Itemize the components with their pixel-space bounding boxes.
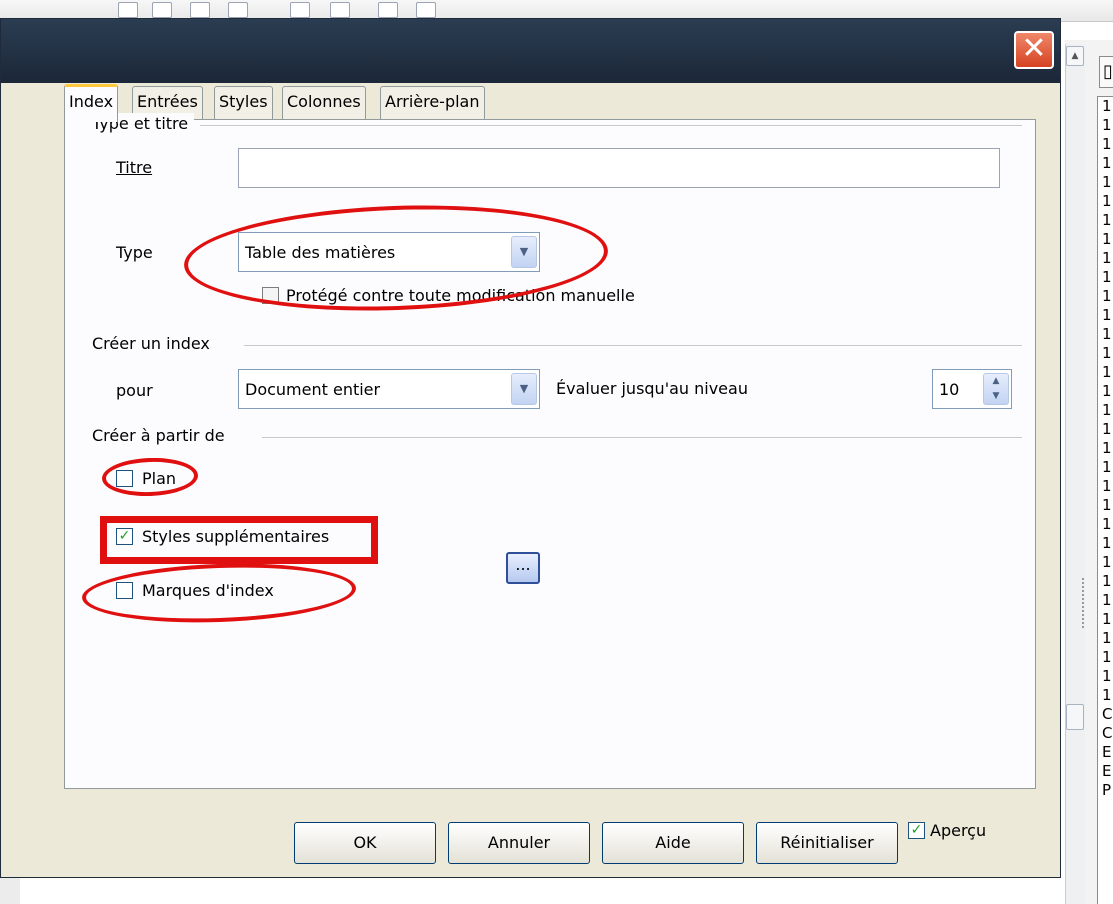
list-item[interactable]: 1 — [1098, 192, 1113, 211]
list-item[interactable]: 1 — [1098, 610, 1113, 629]
pour-select[interactable]: Document entier ▼ — [238, 369, 540, 409]
scroll-grip-icon[interactable] — [1066, 704, 1084, 730]
niveau-value: 10 — [939, 380, 960, 399]
list-item[interactable]: 1 — [1098, 211, 1113, 230]
type-select-value: Table des matières — [245, 243, 396, 262]
apercu-checkbox[interactable]: ✓ — [908, 822, 925, 839]
list-item[interactable]: 1 — [1098, 401, 1113, 420]
protege-label: Protégé contre toute modification manuel… — [286, 286, 635, 305]
dialog-titlebar[interactable]: ✕ — [1, 19, 1060, 83]
align-left-icon — [118, 2, 138, 18]
group-separator — [200, 125, 1022, 126]
splitter-handle[interactable] — [1082, 578, 1084, 628]
group-separator — [262, 437, 1022, 438]
list-item[interactable]: 1 — [1098, 116, 1113, 135]
list-item[interactable]: 1 — [1098, 686, 1113, 705]
list-item[interactable]: 1 — [1098, 477, 1113, 496]
list-header-icon: ▯ — [1099, 56, 1113, 88]
list-item[interactable]: 1 — [1098, 97, 1113, 116]
chevron-down-icon[interactable]: ▼ — [511, 373, 537, 405]
group-separator — [244, 345, 1022, 346]
tab-styles[interactable]: Styles — [214, 86, 273, 120]
styles-checkbox[interactable]: ✓ — [116, 528, 133, 545]
checkmark-icon: ✓ — [910, 822, 923, 838]
type-label: Type — [116, 243, 153, 262]
bullet-list-icon — [330, 2, 350, 18]
group-header-creer-index: Créer un index — [92, 333, 216, 355]
styles-browse-button[interactable]: ... — [506, 552, 540, 584]
list-item[interactable]: 1 — [1098, 667, 1113, 686]
background-list: 11111111111111111111111111111111CCEEP — [1097, 96, 1113, 904]
align-center-icon — [152, 2, 172, 18]
apercu-label: Aperçu — [930, 821, 987, 840]
list-item[interactable]: 1 — [1098, 515, 1113, 534]
titre-label-text: Titre — [116, 158, 153, 177]
list-item[interactable]: 1 — [1098, 439, 1113, 458]
list-item[interactable]: 1 — [1098, 629, 1113, 648]
tab-index[interactable]: Index — [64, 84, 119, 122]
plan-label: Plan — [142, 469, 177, 488]
type-select[interactable]: Table des matières ▼ — [238, 232, 540, 272]
chevron-down-icon[interactable]: ▼ — [511, 236, 537, 268]
styles-label: Styles supplémentaires — [142, 527, 330, 546]
list-item[interactable]: 1 — [1098, 154, 1113, 173]
aide-button[interactable]: Aide — [602, 822, 744, 864]
list-item[interactable]: 1 — [1098, 382, 1113, 401]
list-item[interactable]: 1 — [1098, 268, 1113, 287]
list-item[interactable]: P — [1098, 781, 1113, 800]
marques-label: Marques d'index — [142, 581, 274, 600]
list-item[interactable]: 1 — [1098, 249, 1113, 268]
pour-select-value: Document entier — [245, 380, 381, 399]
ok-button[interactable]: OK — [294, 822, 436, 864]
list-item[interactable]: 1 — [1098, 325, 1113, 344]
list-item[interactable]: 1 — [1098, 496, 1113, 515]
marques-checkbox[interactable] — [116, 582, 133, 599]
background-scrollbar[interactable] — [1065, 44, 1085, 904]
group-header-creer-partir: Créer à partir de — [92, 425, 231, 447]
reinitialiser-button[interactable]: Réinitialiser — [756, 822, 898, 864]
annuler-button[interactable]: Annuler — [448, 822, 590, 864]
list-item[interactable]: 1 — [1098, 458, 1113, 477]
list-item[interactable]: 1 — [1098, 173, 1113, 192]
align-right-icon — [190, 2, 210, 18]
close-icon: ✕ — [1021, 31, 1047, 66]
tab-arriere-plan[interactable]: Arrière-plan — [380, 86, 485, 120]
tab-panel-index — [64, 119, 1036, 789]
list-item[interactable]: 1 — [1098, 572, 1113, 591]
checkmark-icon: ✓ — [118, 528, 131, 544]
list-item[interactable]: 1 — [1098, 553, 1113, 572]
indent-increase-icon — [416, 2, 436, 18]
titre-label: Titre — [116, 157, 152, 179]
scroll-up-icon[interactable]: ▲ — [1066, 46, 1084, 66]
tab-colonnes[interactable]: Colonnes — [282, 86, 366, 120]
list-item[interactable]: 1 — [1098, 648, 1113, 667]
list-item[interactable]: 1 — [1098, 230, 1113, 249]
plan-checkbox[interactable] — [116, 470, 133, 487]
list-item[interactable]: E — [1098, 743, 1113, 762]
list-item[interactable]: 1 — [1098, 344, 1113, 363]
list-item[interactable]: C — [1098, 705, 1113, 724]
list-item[interactable]: 1 — [1098, 420, 1113, 439]
list-item[interactable]: C — [1098, 724, 1113, 743]
niveau-spinner[interactable]: 10 ▲ ▼ — [932, 369, 1012, 409]
pour-label: pour — [116, 381, 153, 400]
titre-input[interactable] — [238, 148, 1000, 188]
list-item[interactable]: 1 — [1098, 363, 1113, 382]
spin-arrows-icon[interactable]: ▲ ▼ — [983, 373, 1009, 405]
list-item[interactable]: 1 — [1098, 306, 1113, 325]
close-button[interactable]: ✕ — [1014, 31, 1054, 69]
list-item[interactable]: 1 — [1098, 591, 1113, 610]
indent-decrease-icon — [378, 2, 398, 18]
list-item[interactable]: 1 — [1098, 135, 1113, 154]
list-item[interactable]: 1 — [1098, 287, 1113, 306]
list-item[interactable]: E — [1098, 762, 1113, 781]
protege-checkbox[interactable] — [262, 287, 279, 304]
align-justify-icon — [228, 2, 248, 18]
list-item[interactable]: 1 — [1098, 534, 1113, 553]
evaluer-label: Évaluer jusqu'au niveau — [556, 379, 748, 398]
numbered-list-icon — [290, 2, 310, 18]
